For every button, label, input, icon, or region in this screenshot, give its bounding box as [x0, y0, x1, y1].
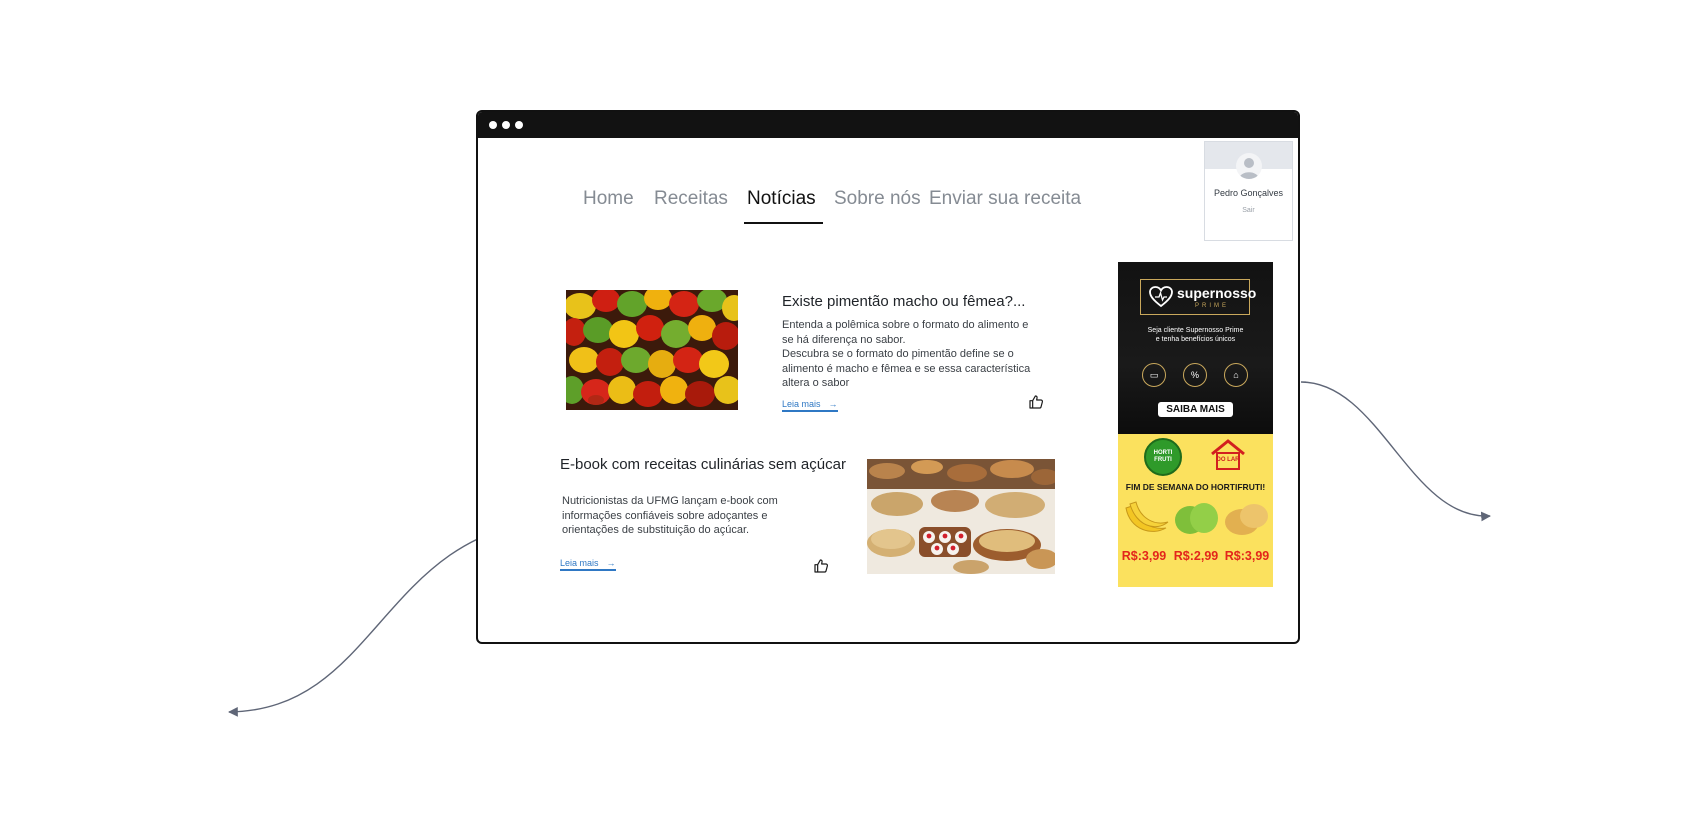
nav-item-noticias[interactable]: Notícias: [747, 188, 816, 210]
nav-item-enviar-receita[interactable]: Enviar sua receita: [929, 188, 1081, 210]
read-more-link[interactable]: Leia mais →: [782, 399, 838, 412]
article-description-line: informações confiáveis sobre adoçantes e: [562, 509, 768, 522]
article-image-peppers[interactable]: [566, 290, 738, 410]
article-description-line: alimento é macho e fêmea e se essa carac…: [782, 362, 1031, 375]
peppers-image: [566, 290, 738, 410]
window-titlebar: [478, 112, 1298, 138]
read-more-label: Leia mais: [560, 558, 599, 568]
heart-logo-icon: [1149, 286, 1173, 308]
banana-icon: [1125, 501, 1169, 532]
ad-tagline-line: e tenha benefícios únicos: [1155, 336, 1236, 343]
ad-price: R$:3,99: [1224, 549, 1270, 563]
window-dot: [502, 121, 510, 129]
supernosso-logo: supernosso PRIME: [1140, 279, 1256, 315]
browser-window: Home Receitas Notícias Sobre nós Enviar …: [476, 110, 1300, 644]
connector-arrow-right: [1300, 381, 1491, 522]
nav-active-underline: [744, 222, 823, 224]
benefit-card-icon: ▭: [1142, 363, 1166, 387]
ad-tagline-line: Seja cliente Supernosso Prime: [1147, 327, 1244, 334]
ad-brand-sub: PRIME: [1195, 303, 1230, 309]
ad-tagline: Seja cliente Supernosso Prime e tenha be…: [1118, 326, 1273, 344]
thumbs-up-icon: [814, 559, 829, 573]
like-button[interactable]: [813, 558, 829, 579]
hortifruti-badge: HORTI FRUTI: [1144, 438, 1182, 476]
benefit-discount-icon: %: [1183, 363, 1207, 387]
ad-brand: supernosso: [1177, 285, 1257, 301]
hortifruti-badge-label: HORTI FRUTI: [1153, 450, 1173, 463]
benefit-delivery-icon: ⌂: [1224, 363, 1248, 387]
read-more-link[interactable]: Leia mais →: [560, 558, 616, 571]
user-card: Pedro Gonçalves Sair: [1204, 141, 1293, 241]
article-description-line: Nutricionistas da UFMG lançam e-book com: [562, 495, 778, 507]
ad-price: R$:2,99: [1173, 549, 1219, 563]
article-description: Entenda a polêmica sobre o formato do al…: [782, 318, 1052, 391]
potato-icon: [1225, 504, 1268, 535]
window-dot: [515, 121, 523, 129]
user-icon: [1239, 158, 1259, 179]
article-description-line: se há diferença no sabor.: [782, 333, 906, 346]
nav-item-sobre-nos[interactable]: Sobre nós: [834, 188, 921, 210]
window-dot: [489, 121, 497, 129]
ad-headline: FIM DE SEMANA DO HORTIFRUTI!: [1125, 482, 1266, 492]
article-description-line: Entenda a polêmica sobre o formato do al…: [782, 319, 1029, 331]
ad-price: R$:3,99: [1121, 549, 1167, 563]
article-image-food[interactable]: [867, 459, 1055, 574]
article-description-line: orientações de substituição do açúcar.: [562, 524, 750, 536]
advertisement[interactable]: supernosso PRIME Seja cliente Supernosso…: [1118, 262, 1273, 587]
article-title[interactable]: E-book com receitas culinárias sem açúca…: [560, 456, 846, 473]
chayote-icon: [1175, 503, 1218, 534]
arrow-right-icon: →: [606, 558, 616, 568]
food-table-image: [867, 459, 1055, 574]
article-title[interactable]: Existe pimentão macho ou fêmea?...: [782, 293, 1025, 310]
article-description-line: altera o sabor: [782, 377, 850, 389]
article-description-line: Descubra se o formato do pimentão define…: [782, 348, 1014, 360]
read-more-label: Leia mais: [782, 399, 821, 409]
ad-supernosso-prime: supernosso PRIME Seja cliente Supernosso…: [1118, 262, 1273, 434]
ad-hortifruti: HORTI FRUTI DO LAR FIM DE SEMANA DO HORT…: [1118, 434, 1273, 587]
logout-link[interactable]: Sair: [1205, 207, 1292, 214]
store-house-icon: [1211, 439, 1245, 470]
avatar[interactable]: [1236, 153, 1262, 179]
thumbs-up-icon: [1029, 395, 1044, 409]
article-description: Nutricionistas da UFMG lançam e-book com…: [562, 494, 812, 538]
nav-item-receitas[interactable]: Receitas: [654, 188, 728, 210]
arrow-right-icon: →: [828, 399, 838, 409]
ad-cta-button[interactable]: SAIBA MAIS: [1158, 402, 1233, 417]
canvas: Home Receitas Notícias Sobre nós Enviar …: [0, 0, 1701, 816]
user-name: Pedro Gonçalves: [1213, 188, 1284, 198]
nav-item-home[interactable]: Home: [583, 188, 634, 210]
store-logo-label: DO LAR: [1216, 457, 1240, 463]
like-button[interactable]: [1028, 394, 1044, 415]
